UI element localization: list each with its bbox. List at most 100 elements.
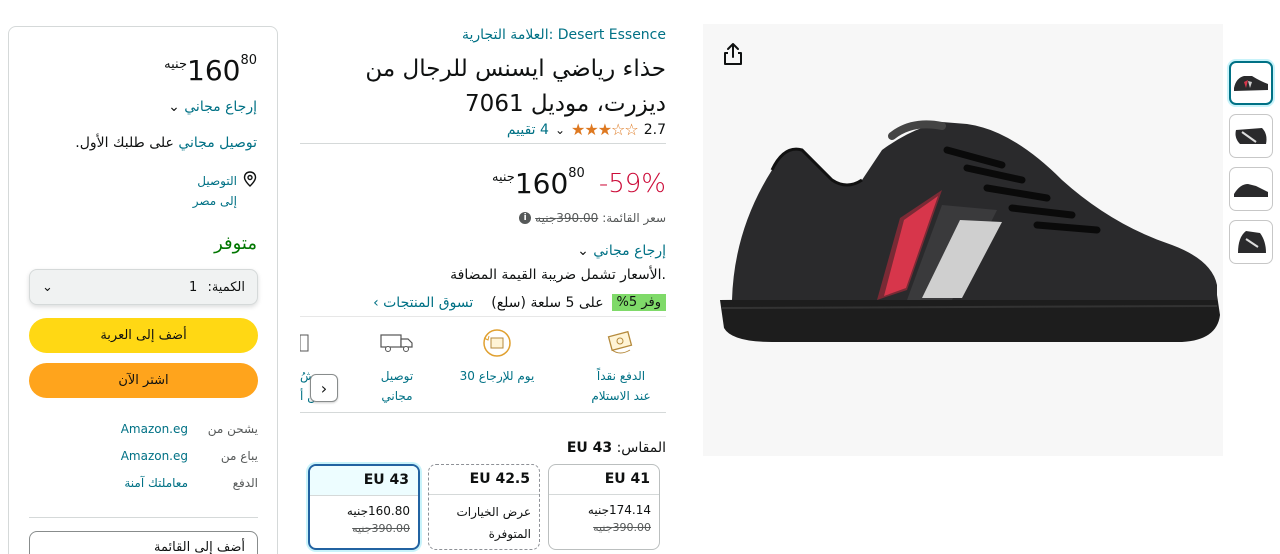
size-option-body: 174.14جنيه 390.00جنيه bbox=[549, 495, 659, 543]
delivery-text: على طلبك الأول. bbox=[75, 135, 179, 151]
share-icon[interactable] bbox=[719, 40, 747, 68]
size-option-label: EU 41 bbox=[549, 465, 659, 495]
quantity-value: 1 bbox=[189, 279, 198, 295]
price-currency: جنيه bbox=[491, 170, 515, 185]
location-line: إلى مصر bbox=[192, 194, 237, 208]
info-icon[interactable]: i bbox=[519, 212, 532, 224]
feature-label: عند الاستلام bbox=[591, 389, 651, 403]
price-currency: جنيه bbox=[164, 57, 187, 72]
savings-row: وفر 5% على 5 سلعة (سلع) تسوق المنتجات › bbox=[373, 294, 666, 311]
size-option-text: عرض الخيارات bbox=[456, 505, 531, 519]
brand-link[interactable]: العلامة التجارية: Desert Essence bbox=[462, 27, 666, 43]
carousel-next-button[interactable]: › bbox=[310, 374, 338, 402]
size-option-eu-43[interactable]: EU 43 160.80جنيه 390.00جنيه bbox=[308, 464, 420, 550]
location-text: التوصيل إلى مصر bbox=[193, 171, 237, 211]
price-fraction: 80 bbox=[240, 53, 257, 68]
shoe-thumbnail-icon bbox=[1234, 76, 1268, 91]
quantity-display: الكمية: 1 bbox=[189, 280, 245, 295]
buy-box: 160 80 جنيه إرجاع مجاني ⌄ توصيل مجاني على… bbox=[8, 26, 278, 554]
delivery-info: توصيل مجاني على طلبك الأول. bbox=[75, 135, 257, 151]
ships-from-value[interactable]: Amazon.eg bbox=[121, 422, 188, 436]
product-title: حذاء رياضي ايسنس للرجال من ديزرت، موديل … bbox=[365, 56, 666, 117]
feature-free-delivery[interactable]: توصيل مجاني bbox=[362, 320, 432, 406]
delivery-location[interactable]: التوصيل إلى مصر bbox=[193, 171, 257, 211]
chevron-down-icon: ⌄ bbox=[168, 99, 180, 115]
divider bbox=[300, 316, 666, 317]
size-option-list-price: 390.00جنيه bbox=[593, 521, 651, 534]
chevron-right-icon: › bbox=[320, 378, 328, 398]
chevron-down-icon[interactable]: ⌄ bbox=[555, 123, 565, 137]
size-option-eu-42-5[interactable]: EU 42.5 عرض الخيارات المتوفرة bbox=[428, 464, 540, 550]
size-option-list-price: 390.00جنيه bbox=[352, 522, 410, 535]
delivery-truck-icon bbox=[362, 320, 432, 366]
size-option-price: 160.80جنيه bbox=[346, 504, 410, 518]
free-returns-label: إرجاع مجاني bbox=[184, 99, 257, 115]
price-fraction: 80 bbox=[568, 166, 585, 181]
product-details: العلامة التجارية: Desert Essence حذاء ري… bbox=[300, 24, 666, 554]
quantity-label: الكمية: bbox=[207, 279, 245, 295]
sold-by-label: يباع من bbox=[220, 448, 258, 463]
size-option-text: المتوفرة bbox=[488, 527, 531, 541]
list-price: 390.00جنيه bbox=[535, 211, 599, 225]
free-delivery-link[interactable]: توصيل مجاني bbox=[178, 135, 257, 151]
vat-note: .الأسعار تشمل ضريبة القيمة المضافة bbox=[450, 267, 666, 283]
cash-icon bbox=[576, 320, 666, 366]
shop-items-link[interactable]: تسوق المنتجات › bbox=[373, 295, 473, 311]
return-box-icon bbox=[442, 320, 552, 366]
ships-from-label: يشحن من bbox=[207, 421, 258, 436]
feature-label: مجاني bbox=[381, 389, 413, 403]
free-returns-label: إرجاع مجاني bbox=[593, 243, 666, 259]
buybox-price: 160 80 جنيه bbox=[160, 51, 257, 91]
thumbnail-1[interactable] bbox=[1229, 61, 1273, 105]
location-pin-icon bbox=[243, 171, 257, 211]
divider bbox=[300, 412, 666, 413]
feature-label: توصيل bbox=[380, 369, 414, 383]
list-price-label: سعر القائمة: bbox=[602, 211, 666, 225]
product-shoe-image bbox=[720, 120, 1220, 342]
price: 160 80 bbox=[515, 164, 585, 204]
buy-now-button[interactable]: اشتر الآن bbox=[29, 363, 258, 398]
feature-label: الدفع نقداً bbox=[596, 369, 646, 383]
shoe-thumbnail-icon bbox=[1235, 128, 1267, 144]
chevron-down-icon: ⌄ bbox=[577, 243, 589, 259]
size-option-eu-41[interactable]: EU 41 174.14جنيه 390.00جنيه bbox=[548, 464, 660, 550]
size-option-price: 174.14جنيه bbox=[587, 503, 651, 517]
discount-percent: -59% bbox=[598, 169, 666, 199]
size-option-label: EU 43 bbox=[310, 466, 418, 496]
divider bbox=[300, 143, 666, 144]
size-label-text: المقاس: bbox=[616, 440, 666, 456]
thumbnail-3[interactable] bbox=[1229, 167, 1273, 211]
quantity-select[interactable]: الكمية: 1 ⌄ bbox=[29, 269, 258, 305]
price-whole: 160 bbox=[514, 167, 569, 200]
availability: متوفر bbox=[214, 233, 257, 254]
thumbnail-2[interactable] bbox=[1229, 114, 1273, 158]
price-whole: 160 bbox=[187, 54, 241, 87]
feature-30-day-returns[interactable]: 30 يوم للإرجاع bbox=[442, 320, 552, 386]
add-to-cart-button[interactable]: أضف إلى العربة bbox=[29, 318, 258, 353]
shoe-thumbnail-icon bbox=[1234, 184, 1268, 197]
thumbnail-4[interactable] bbox=[1229, 220, 1273, 264]
size-option-body: 160.80جنيه 390.00جنيه bbox=[310, 496, 418, 544]
size-option-label: EU 42.5 bbox=[429, 465, 539, 495]
sold-by-row: يباع من Amazon.eg bbox=[29, 442, 258, 469]
price: 160 80 bbox=[187, 51, 257, 91]
sold-by-value[interactable]: Amazon.eg bbox=[121, 449, 188, 463]
save-text: على 5 سلعة (سلع) bbox=[491, 294, 604, 311]
price-row: -59% 160 80 جنيه bbox=[488, 164, 666, 204]
free-returns-link[interactable]: إرجاع مجاني ⌄ bbox=[168, 99, 257, 115]
rating-row: 2.7 ★★★☆☆ ⌄ 4 تقييم bbox=[507, 120, 666, 139]
divider bbox=[29, 517, 258, 518]
selected-size: EU 43 bbox=[566, 440, 613, 456]
reviews-count-link[interactable]: 4 تقييم bbox=[507, 122, 549, 138]
seller-info: يشحن من Amazon.eg يباع من Amazon.eg الدف… bbox=[29, 415, 258, 496]
star-rating-icon[interactable]: ★★★☆☆ bbox=[571, 120, 639, 139]
feature-cash-on-delivery[interactable]: الدفع نقداً عند الاستلام bbox=[576, 320, 666, 406]
rating-value[interactable]: 2.7 bbox=[644, 122, 666, 138]
free-returns-link[interactable]: إرجاع مجاني ⌄ bbox=[577, 243, 666, 259]
location-line: التوصيل bbox=[197, 174, 237, 188]
add-to-list-button[interactable]: أضف إلى القائمة bbox=[29, 531, 258, 554]
payment-label: الدفع bbox=[232, 475, 258, 490]
ships-from-row: يشحن من Amazon.eg bbox=[29, 415, 258, 442]
partial-icon bbox=[300, 320, 336, 366]
payment-value[interactable]: معاملتك آمنة bbox=[124, 476, 188, 490]
